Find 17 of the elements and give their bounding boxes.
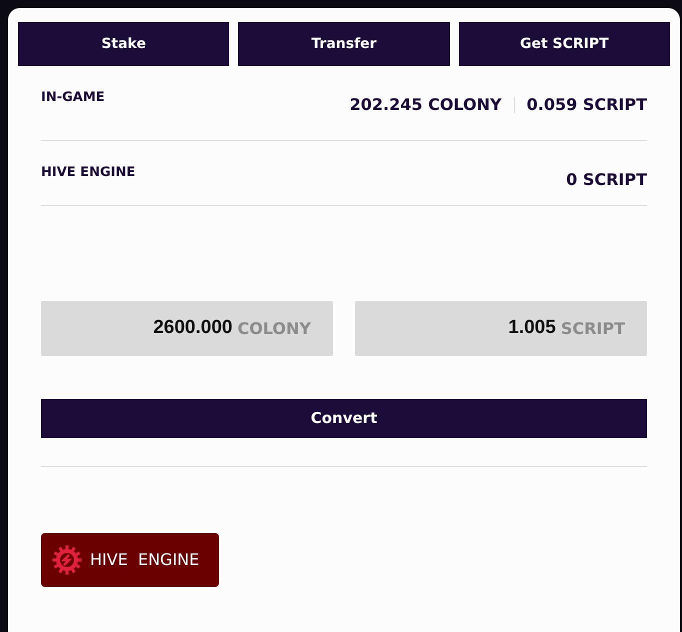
amount-field[interactable]: 2600.000 COLONY bbox=[41, 301, 333, 356]
gear-icon bbox=[52, 545, 82, 575]
balance-label: HIVE ENGINE bbox=[41, 164, 136, 182]
amount-value: 1.005 bbox=[508, 316, 556, 340]
amount-value: 2600.000 bbox=[153, 316, 232, 340]
balance-value: 0.059 SCRIPT bbox=[526, 94, 647, 116]
amount-field[interactable]: 1.005 SCRIPT bbox=[355, 301, 647, 356]
balance-value: 0 SCRIPT bbox=[566, 169, 647, 191]
balance-value: 202.245 COLONY bbox=[350, 94, 502, 116]
convert-button[interactable]: Convert bbox=[41, 399, 647, 438]
tab-button[interactable]: Transfer bbox=[238, 22, 450, 66]
unit-label: SCRIPT bbox=[560, 318, 625, 340]
tab-button[interactable]: Get SCRIPT bbox=[458, 22, 670, 66]
tab-button[interactable]: Stake bbox=[18, 22, 230, 66]
hive-engine-link[interactable]: HIVE ENGINE bbox=[41, 533, 219, 587]
balance-label: IN-GAME bbox=[41, 89, 105, 107]
unit-label: COLONY bbox=[237, 318, 311, 340]
